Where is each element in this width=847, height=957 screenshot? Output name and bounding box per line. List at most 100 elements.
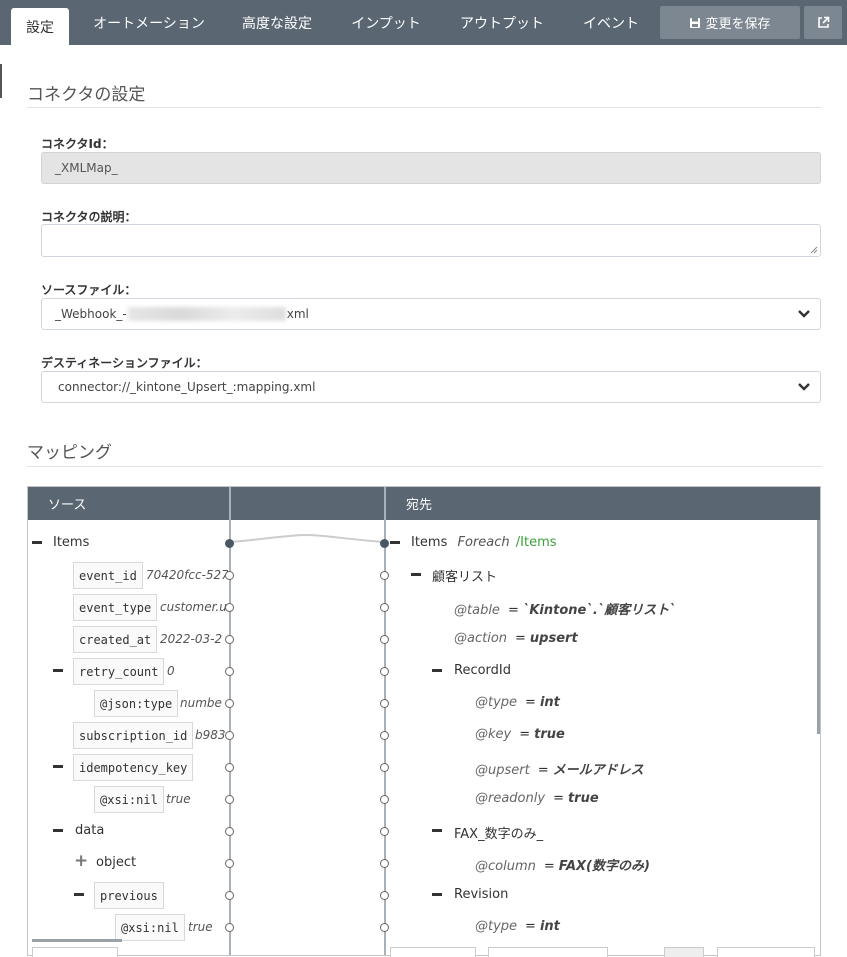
- source-connector-dot[interactable]: [225, 859, 234, 868]
- resize-handle-icon[interactable]: [810, 246, 818, 254]
- connector-description-field[interactable]: [41, 224, 821, 257]
- destination-attr-action[interactable]: @action = upsert: [454, 631, 578, 646]
- source-connector-dot[interactable]: [225, 731, 234, 740]
- source-connector-dot[interactable]: [225, 635, 234, 644]
- source-node-json-type[interactable]: @json:type: [94, 690, 179, 717]
- vertical-scrollbar[interactable]: [817, 520, 820, 734]
- destination-connector-dot[interactable]: [380, 859, 389, 868]
- collapse-icon[interactable]: [53, 669, 63, 672]
- footer-control[interactable]: [717, 947, 815, 957]
- destination-file-select[interactable]: connector://_kintone_Upsert_:mapping.xml: [41, 371, 821, 403]
- source-connector-dot[interactable]: [225, 603, 234, 612]
- destination-attr-readonly[interactable]: @readonly = true: [475, 791, 599, 806]
- destination-attr-upsert[interactable]: @upsert = メールアドレス: [475, 759, 644, 778]
- source-connector-dot[interactable]: [225, 699, 234, 708]
- collapse-icon[interactable]: [32, 541, 42, 544]
- source-connector-dot[interactable]: [225, 891, 234, 900]
- attr-name: @key: [475, 727, 512, 742]
- destination-connector-dot[interactable]: [380, 795, 389, 804]
- attr-value: int: [539, 695, 560, 710]
- tab-settings[interactable]: 設定: [11, 8, 69, 45]
- tab-automation[interactable]: オートメーション: [83, 0, 215, 45]
- destination-node-revision[interactable]: Revision: [454, 887, 508, 902]
- collapse-icon[interactable]: [432, 829, 442, 832]
- destination-connector-dot[interactable]: [380, 539, 389, 548]
- tab-events[interactable]: イベント: [574, 0, 648, 45]
- redacted-text: [127, 307, 286, 321]
- destination-column-divider[interactable]: [384, 487, 386, 955]
- expand-icon[interactable]: +: [74, 853, 88, 870]
- collapse-icon[interactable]: [432, 669, 442, 672]
- destination-connector-dot[interactable]: [380, 699, 389, 708]
- save-changes-button[interactable]: 変更を保存: [660, 6, 800, 39]
- source-node-retry-count[interactable]: retry_count: [73, 658, 165, 685]
- destination-connector-dot[interactable]: [380, 827, 389, 836]
- source-connector-dot[interactable]: [225, 571, 234, 580]
- footer-control[interactable]: [32, 947, 118, 957]
- source-node-idempotency-key[interactable]: idempotency_key: [73, 754, 194, 781]
- collapse-icon[interactable]: [432, 893, 442, 896]
- source-file-prefix: _Webhook_-: [55, 307, 127, 321]
- source-column-divider[interactable]: [229, 487, 231, 955]
- source-node-previous[interactable]: previous: [94, 882, 164, 909]
- source-node-data[interactable]: data: [75, 823, 104, 838]
- destination-connector-dot[interactable]: [380, 603, 389, 612]
- destination-connector-dot[interactable]: [380, 891, 389, 900]
- collapse-icon[interactable]: [53, 829, 63, 832]
- attr-value: upsert: [529, 631, 578, 646]
- destination-connector-dot[interactable]: [380, 667, 389, 676]
- destination-attr-key[interactable]: @key = true: [475, 727, 565, 742]
- destination-node-record-id[interactable]: RecordId: [454, 663, 511, 678]
- tab-input[interactable]: インプット: [340, 0, 432, 45]
- destination-attr-type[interactable]: @type = int: [475, 695, 560, 710]
- source-file-select[interactable]: _Webhook_- xml: [41, 298, 821, 330]
- source-value: numbe: [180, 696, 222, 710]
- tab-advanced-settings[interactable]: 高度な設定: [232, 0, 322, 45]
- source-node-created-at[interactable]: created_at: [73, 626, 158, 653]
- source-node-items[interactable]: Items: [53, 535, 89, 550]
- floppy-disk-icon: [690, 17, 701, 28]
- section-divider: [27, 107, 822, 108]
- destination-connector-dot[interactable]: [380, 635, 389, 644]
- horizontal-scrollbar[interactable]: [32, 939, 122, 942]
- source-connector-dot[interactable]: [225, 795, 234, 804]
- destination-attr-type[interactable]: @type = int: [475, 919, 560, 934]
- source-node-event-id[interactable]: event_id: [73, 562, 143, 589]
- attr-value: メールアドレス: [552, 763, 644, 778]
- destination-attr-table[interactable]: @table = `Kintone`.`顧客リスト`: [454, 599, 676, 618]
- source-connector-dot[interactable]: [225, 827, 234, 836]
- footer-control[interactable]: [390, 947, 476, 957]
- collapse-icon[interactable]: [53, 765, 63, 768]
- collapse-icon[interactable]: [390, 541, 400, 544]
- source-node-xsi-nil[interactable]: @xsi:nil: [115, 914, 185, 941]
- destination-connector-dot[interactable]: [380, 571, 389, 580]
- source-connector-dot[interactable]: [225, 923, 234, 932]
- footer-control[interactable]: [664, 947, 704, 957]
- mapping-connection-line[interactable]: [228, 527, 388, 547]
- source-connector-dot[interactable]: [225, 667, 234, 676]
- source-file-suffix: xml: [286, 307, 309, 321]
- tab-output[interactable]: アウトプット: [448, 0, 556, 45]
- source-connector-dot[interactable]: [225, 539, 234, 548]
- destination-connector-dot[interactable]: [380, 731, 389, 740]
- destination-connector-dot[interactable]: [380, 763, 389, 772]
- source-node-object[interactable]: object: [96, 855, 136, 870]
- source-connector-dot[interactable]: [225, 763, 234, 772]
- collapse-icon[interactable]: [74, 893, 84, 896]
- destination-connector-dot[interactable]: [380, 923, 389, 932]
- destination-node-items[interactable]: Items Foreach /Items: [411, 535, 557, 550]
- open-external-button[interactable]: [804, 6, 842, 39]
- connector-id-field[interactable]: _XMLMap_: [41, 152, 821, 184]
- destination-attr-column[interactable]: @column = FAX(数字のみ): [475, 855, 650, 874]
- attr-name: @table: [454, 603, 500, 618]
- footer-control[interactable]: [488, 947, 608, 957]
- destination-node-fax[interactable]: FAX_数字のみ_: [454, 823, 543, 842]
- source-node-xsi-nil[interactable]: @xsi:nil: [94, 786, 164, 813]
- collapse-icon[interactable]: [411, 573, 421, 576]
- source-node-event-type[interactable]: event_type: [73, 594, 158, 621]
- foreach-path[interactable]: /Items: [516, 535, 557, 550]
- attr-name: @upsert: [475, 763, 530, 778]
- source-node-subscription-id[interactable]: subscription_id: [73, 722, 194, 749]
- destination-node-customer-list[interactable]: 顧客リスト: [432, 566, 497, 585]
- connector-id-value: _XMLMap_: [55, 161, 118, 175]
